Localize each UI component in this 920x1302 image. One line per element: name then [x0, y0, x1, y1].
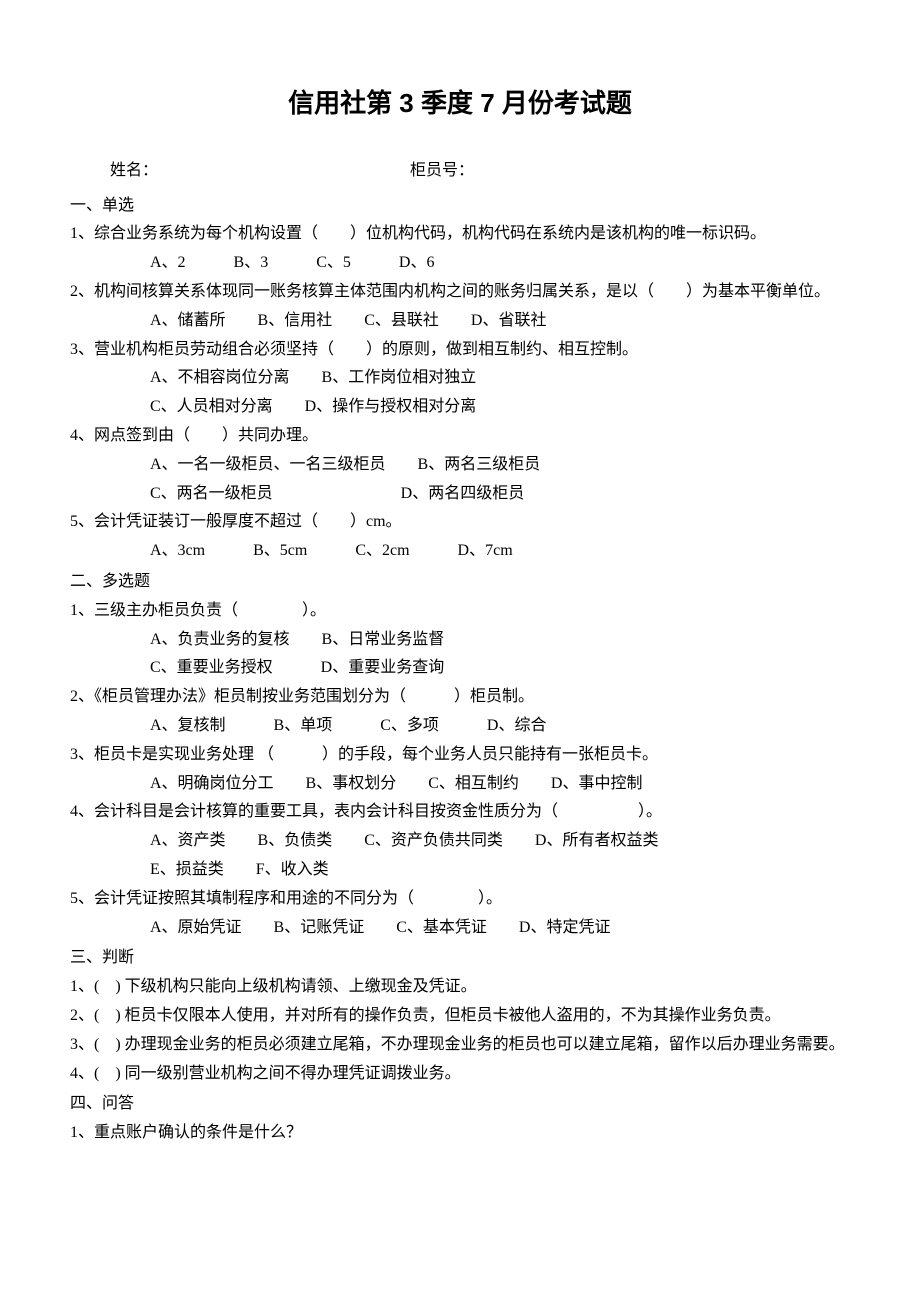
s2q3-opts: A、明确岗位分工 B、事权划分 C、相互制约 D、事中控制 [150, 770, 850, 799]
s1q1-opts: A、2 B、3 C、5 D、6 [150, 249, 850, 278]
s2q1: 1、三级主办柜员负责（ ）。 [70, 597, 850, 626]
s3q1: 1、( ) 下级机构只能向上级机构请领、上缴现金及凭证。 [70, 973, 850, 1002]
section4-heading: 四、问答 [70, 1090, 850, 1119]
section3-heading: 三、判断 [70, 944, 850, 973]
s1q1: 1、综合业务系统为每个机构设置（ ）位机构代码，机构代码在系统内是该机构的唯一标… [70, 220, 850, 249]
s2q4: 4、会计科目是会计核算的重要工具，表内会计科目按资金性质分为（ ）。 [70, 798, 850, 827]
s2q1-opts1: A、负责业务的复核 B、日常业务监督 [150, 626, 850, 655]
s1q4-opts2: C、两名一级柜员 D、两名四级柜员 [150, 480, 850, 509]
s2q5-opts: A、原始凭证 B、记账凭证 C、基本凭证 D、特定凭证 [150, 914, 850, 943]
s2q2: 2、《柜员管理办法》柜员制按业务范围划分为（ ）柜员制。 [70, 683, 850, 712]
s3q2: 2、( ) 柜员卡仅限本人使用，并对所有的操作负责，但柜员卡被他人盗用的，不为其… [70, 1002, 850, 1031]
s2q4-opts1: A、资产类 B、负债类 C、资产负债共同类 D、所有者权益类 [150, 827, 850, 856]
s1q3: 3、营业机构柜员劳动组合必须坚持（ ）的原则，做到相互制约、相互控制。 [70, 336, 850, 365]
s1q3-opts1: A、不相容岗位分离 B、工作岗位相对独立 [150, 364, 850, 393]
s1q5: 5、会计凭证装订一般厚度不超过（ ）cm。 [70, 508, 850, 537]
s2q4-opts2: E、损益类 F、收入类 [150, 856, 850, 885]
s3q3: 3、( ) 办理现金业务的柜员必须建立尾箱，不办理现金业务的柜员也可以建立尾箱，… [70, 1031, 850, 1060]
s1q3-opts2: C、人员相对分离 D、操作与授权相对分离 [150, 393, 850, 422]
s4q1: 1、重点账户确认的条件是什么？ [70, 1119, 850, 1148]
s1q5-opts: A、3cm B、5cm C、2cm D、7cm [150, 537, 850, 566]
exam-title: 信用社第 3 季度 7 月份考试题 [70, 80, 850, 127]
s2q2-opts: A、复核制 B、单项 C、多项 D、综合 [150, 712, 850, 741]
name-label: 姓名： [110, 157, 410, 186]
s2q1-opts2: C、重要业务授权 D、重要业务查询 [150, 654, 850, 683]
name-line: 姓名： 柜员号： [70, 157, 850, 186]
s1q4: 4、网点签到由（ ）共同办理。 [70, 422, 850, 451]
s1q2-opts: A、储蓄所 B、信用社 C、县联社 D、省联社 [150, 307, 850, 336]
s2q3: 3、柜员卡是实现业务处理 （ ）的手段，每个业务人员只能持有一张柜员卡。 [70, 741, 850, 770]
s2q5: 5、会计凭证按照其填制程序和用途的不同分为（ ）。 [70, 885, 850, 914]
teller-label: 柜员号： [410, 157, 474, 186]
s1q4-opts1: A、一名一级柜员、一名三级柜员 B、两名三级柜员 [150, 451, 850, 480]
section2-heading: 二、多选题 [70, 568, 850, 597]
s3q4: 4、( ) 同一级别营业机构之间不得办理凭证调拨业务。 [70, 1060, 850, 1089]
section1-heading: 一、单选 [70, 192, 850, 221]
s1q2: 2、机构间核算关系体现同一账务核算主体范围内机构之间的账务归属关系，是以（ ）为… [70, 278, 850, 307]
